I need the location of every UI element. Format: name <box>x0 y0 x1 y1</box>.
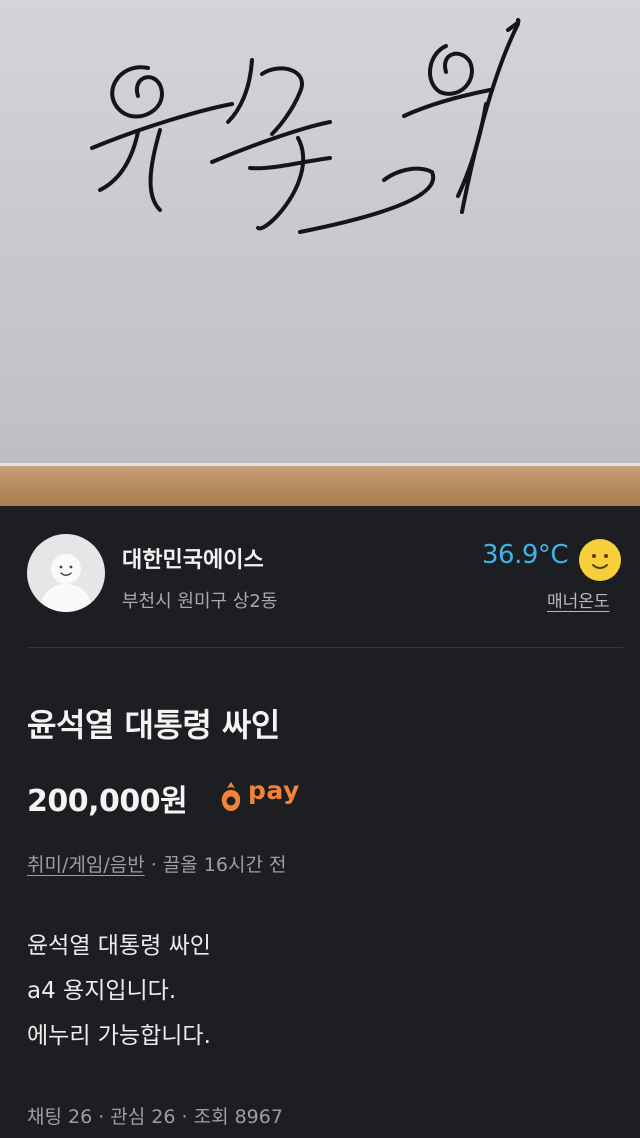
description-line: 에누리 가능합니다. <box>27 1023 211 1049</box>
product-title: 윤석열 대통령 싸인 <box>27 706 280 744</box>
bump-time: 끌올 16시간 전 <box>162 854 287 876</box>
manner-temperature-label[interactable]: 매너온도 <box>547 587 610 612</box>
manner-temperature-value: 36.9°C <box>482 540 569 570</box>
description-line: 윤석열 대통령 싸인 <box>27 933 211 959</box>
seller-location: 부천시 원미구 상2동 <box>122 591 278 612</box>
product-stats: 채팅 26 · 관심 26 · 조회 8967 <box>27 1106 283 1128</box>
seller-name[interactable]: 대한민국에이스 <box>122 542 264 574</box>
seller-avatar[interactable] <box>27 534 105 612</box>
smiley-face-icon <box>579 539 621 581</box>
meta-separator: · <box>144 854 163 876</box>
pay-badge: pay <box>219 776 309 814</box>
carrot-pay-icon <box>221 782 241 811</box>
listing-photo[interactable] <box>0 0 640 506</box>
divider <box>27 647 623 648</box>
default-avatar-icon <box>39 554 93 612</box>
category-link[interactable]: 취미/게임/음반 <box>27 854 145 876</box>
description-line: a4 용지입니다. <box>27 978 177 1004</box>
product-price: 200,000원 <box>27 784 188 819</box>
signature-drawing <box>90 18 521 234</box>
product-meta: 취미/게임/음반 · 끌올 16시간 전 <box>27 850 286 877</box>
product-description: 윤석열 대통령 싸인 a4 용지입니다. 에누리 가능합니다. <box>27 924 211 1059</box>
pay-label: pay <box>248 776 300 805</box>
